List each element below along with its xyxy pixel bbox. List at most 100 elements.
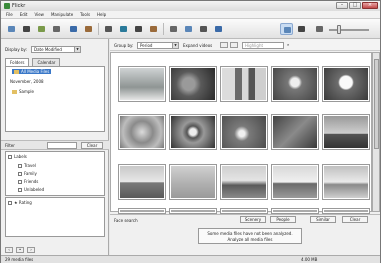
menu-tools[interactable]: Tools: [80, 12, 90, 17]
close-button[interactable]: ×: [362, 2, 378, 9]
email-icon[interactable]: [102, 23, 115, 35]
thumbnail[interactable]: [272, 209, 318, 213]
status-count: 29 media files: [5, 257, 34, 262]
status-bar: 29 media files 4.00 MB: [1, 255, 380, 263]
tree-item-all-media[interactable]: All Media Files: [12, 69, 52, 74]
filter-input[interactable]: [47, 142, 77, 149]
thumbnail[interactable]: [170, 115, 216, 149]
slideshow-icon[interactable]: [67, 23, 80, 35]
menu-help[interactable]: Help: [97, 12, 106, 17]
checkbox: [8, 155, 12, 159]
face-search-clear-button[interactable]: Clear: [342, 216, 368, 223]
label-unlabeled[interactable]: Unlabeled: [18, 187, 44, 192]
thumbnail[interactable]: [323, 67, 369, 101]
label-friends[interactable]: Friends: [18, 179, 38, 184]
zoom-slider-thumb[interactable]: [337, 25, 341, 34]
people-button[interactable]: People: [270, 216, 296, 223]
star-icon: ★: [14, 200, 18, 205]
labels-tree: Labels Travel Family Friends Unlabeled: [5, 151, 105, 196]
highlight-search-input[interactable]: Highlight: [242, 42, 284, 49]
filter-clear-button[interactable]: Clear: [81, 142, 103, 149]
filter-header: Filter Clear: [1, 140, 109, 150]
menu-edit[interactable]: Edit: [20, 12, 28, 17]
rotate-right-icon[interactable]: [182, 23, 195, 35]
face-search-panel: Face search Scenery People Similar Clear…: [110, 214, 380, 254]
delete-icon[interactable]: [197, 23, 210, 35]
similar-button[interactable]: Similar: [310, 216, 336, 223]
group-by-label: Group by:: [114, 43, 134, 48]
thumbnail[interactable]: [323, 209, 369, 213]
thumbnail[interactable]: [170, 67, 216, 101]
scenery-button[interactable]: Scenery: [240, 216, 266, 223]
thumbnail[interactable]: [323, 115, 369, 149]
collapse-icon[interactable]: ‹: [5, 247, 13, 253]
thumbnail[interactable]: [170, 165, 216, 199]
import-icon[interactable]: [5, 23, 18, 35]
expand-videos-toggle-2[interactable]: [230, 42, 238, 48]
thumbnail[interactable]: [221, 115, 267, 149]
details-view-icon[interactable]: [295, 23, 308, 35]
thumbnail[interactable]: [272, 67, 318, 101]
group-by-select[interactable]: Period ▼: [137, 42, 179, 49]
tab-calendar[interactable]: Calendar: [32, 58, 61, 66]
maximize-button[interactable]: □: [349, 2, 361, 9]
checkbox: [18, 172, 22, 176]
folder-icon[interactable]: [35, 23, 48, 35]
labels-root[interactable]: Labels: [8, 154, 27, 159]
main-toolbar: [1, 19, 380, 39]
zoom-slider[interactable]: [329, 29, 369, 31]
thumbnail[interactable]: [221, 209, 267, 213]
tree-item-sample[interactable]: Sample: [12, 89, 34, 94]
rating-tree: ★ Rating: [5, 197, 105, 237]
thumbnail[interactable]: [323, 165, 369, 199]
scrollbar-thumb[interactable]: [374, 59, 379, 149]
lock-icon[interactable]: •: [16, 247, 24, 253]
label-family[interactable]: Family: [18, 171, 37, 176]
expand-icon[interactable]: ›: [27, 247, 35, 253]
checkbox: [18, 188, 22, 192]
rotate-left-icon[interactable]: [167, 23, 180, 35]
rating-root[interactable]: ★ Rating: [8, 200, 32, 205]
app-logo-icon: [4, 3, 10, 9]
status-size: 4.00 MB: [301, 257, 318, 262]
tree-item-november-2008[interactable]: November, 2008: [10, 79, 44, 84]
burn-disc-icon[interactable]: [82, 23, 95, 35]
display-by-label: Display by:: [5, 47, 27, 52]
zoom-out-icon[interactable]: [313, 23, 326, 35]
share-icon[interactable]: [117, 23, 130, 35]
edit-icon[interactable]: [147, 23, 160, 35]
thumbnail[interactable]: [170, 209, 216, 213]
analyze-all-link[interactable]: Analyze all media files: [199, 237, 301, 243]
thumbnail[interactable]: [272, 115, 318, 149]
thumbnail-view-icon[interactable]: [280, 23, 293, 35]
thumbnail[interactable]: [119, 165, 165, 199]
minimize-button[interactable]: –: [336, 2, 348, 9]
thumbnail[interactable]: [221, 165, 267, 199]
menu-manipulate[interactable]: Manipulate: [51, 12, 73, 17]
thumbnail[interactable]: [221, 67, 267, 101]
thumbnail[interactable]: [119, 209, 165, 213]
menu-view[interactable]: View: [34, 12, 44, 17]
folder-tree: All Media Files November, 2008 Sample: [5, 66, 105, 132]
thumbnail[interactable]: [272, 165, 318, 199]
search-icon[interactable]: ⌕: [287, 42, 289, 47]
label-travel[interactable]: Travel: [18, 163, 36, 168]
left-pane: Display by: Date Modified ▼ Folders Cale…: [1, 39, 109, 255]
upload-icon[interactable]: [132, 23, 145, 35]
thumbnail[interactable]: [119, 67, 165, 101]
vertical-scrollbar[interactable]: [372, 52, 380, 212]
chevron-down-icon: ▼: [74, 47, 80, 52]
thumbnail[interactable]: [119, 115, 165, 149]
analysis-notice: Some media files have not been analyzed.…: [198, 228, 302, 244]
display-by-select[interactable]: Date Modified ▼: [31, 46, 81, 53]
menu-bar: File Edit View Manipulate Tools Help: [1, 11, 380, 19]
properties-icon[interactable]: [212, 23, 225, 35]
print-icon[interactable]: [50, 23, 63, 35]
folder-icon: [12, 90, 17, 94]
refresh-icon[interactable]: [20, 23, 33, 35]
expand-videos-toggle[interactable]: [220, 42, 228, 48]
menu-file[interactable]: File: [6, 12, 13, 17]
checkbox: [18, 164, 22, 168]
tab-folders[interactable]: Folders: [5, 58, 30, 66]
chevron-down-icon: ▼: [172, 43, 178, 48]
